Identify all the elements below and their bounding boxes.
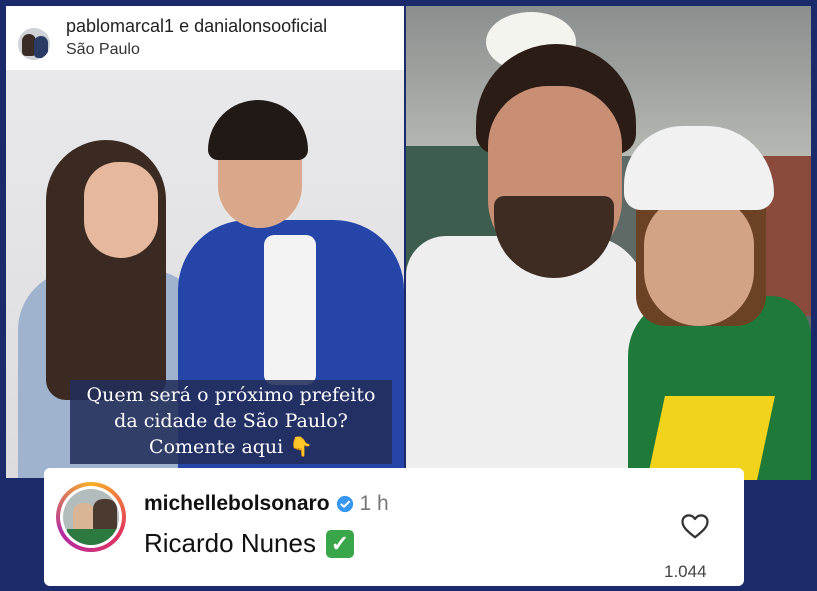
heart-icon[interactable]	[680, 512, 710, 540]
comment-username[interactable]: michellebolsonaro	[144, 492, 330, 516]
story-usernames[interactable]: pablomarcal1 e danialonsooficial	[66, 16, 404, 37]
selfie-photo-right	[406, 6, 811, 480]
comment-text: Ricardo Nunes	[144, 528, 316, 558]
green-check-emoji-icon: ✓	[325, 529, 354, 558]
caption-line-2: da cidade de São Paulo?	[114, 410, 348, 432]
story-caption: Quem será o próximo prefeito da cidade d…	[70, 380, 392, 464]
comment-body: Ricardo Nunes ✓	[144, 528, 354, 559]
story-photo-left: pablomarcal1 e danialonsooficial São Pau…	[6, 6, 404, 478]
story-header: pablomarcal1 e danialonsooficial São Pau…	[6, 6, 404, 70]
story-avatar[interactable]	[16, 26, 52, 62]
avatar[interactable]	[56, 482, 126, 552]
comment-username-row: michellebolsonaro 1 h	[144, 492, 389, 516]
caption-line-1: Quem será o próximo prefeito	[86, 384, 376, 406]
comment-card: michellebolsonaro 1 h Ricardo Nunes ✓ 1.…	[44, 468, 744, 586]
verified-badge-icon	[336, 495, 353, 513]
caption-line-3: Comente aqui 👇	[149, 436, 313, 458]
like-count: 1.044	[664, 562, 707, 581]
story-location[interactable]: São Paulo	[66, 41, 404, 59]
comment-timestamp: 1 h	[359, 492, 389, 515]
